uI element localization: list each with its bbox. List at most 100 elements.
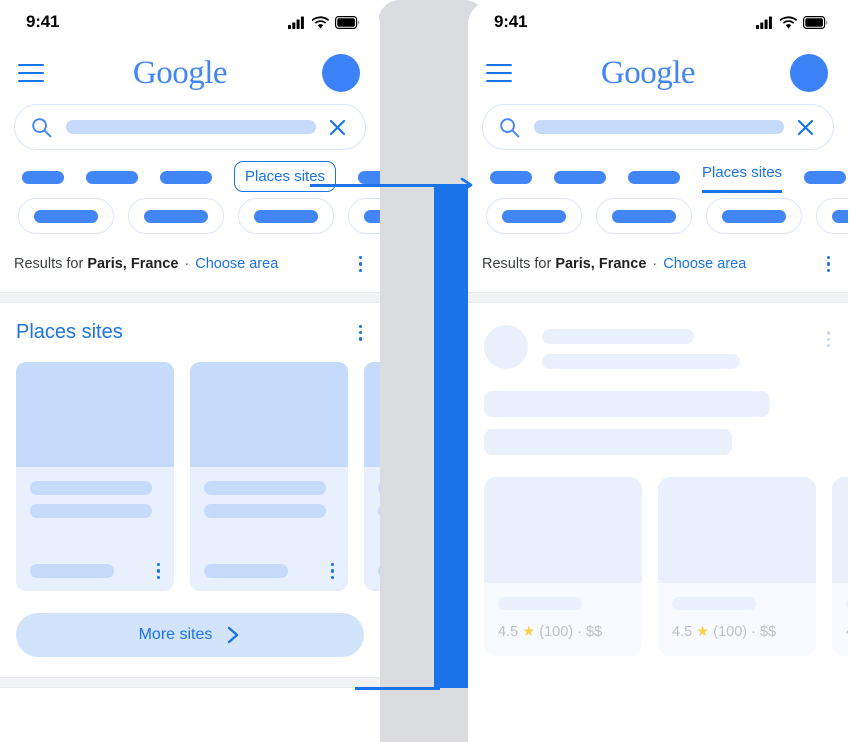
search-value-placeholder [534, 120, 784, 134]
title-placeholder [542, 329, 694, 345]
search-value-placeholder [66, 120, 316, 134]
account-avatar[interactable] [322, 54, 360, 92]
results-separator: · [184, 256, 190, 273]
place-card[interactable]: 4.5 ★ (100) · $$ [832, 477, 848, 657]
star-icon: ★ [522, 624, 536, 641]
filter-chip-1[interactable] [486, 198, 582, 234]
card-carousel[interactable] [0, 344, 380, 592]
card-body: 4.5 ★ (100) · $$ [658, 583, 816, 656]
app-bar-left: Google [0, 42, 380, 104]
more-vert-icon[interactable] [826, 331, 830, 348]
tab-placeholder-4[interactable] [358, 170, 380, 184]
card-subtitle-placeholder [378, 504, 380, 519]
status-icons [756, 15, 828, 29]
choose-area-link[interactable]: Choose area [663, 256, 746, 272]
place-card[interactable] [364, 362, 380, 592]
status-bar-left: 9:41 [0, 2, 380, 42]
review-count: (100) [539, 624, 574, 641]
more-vert-icon[interactable] [156, 563, 160, 580]
connector-bar [434, 186, 468, 688]
rating-value: 4.5 [498, 624, 519, 641]
subtitle-placeholder [542, 354, 740, 370]
cellular-signal-icon [288, 16, 304, 29]
results-place: Paris, France [555, 256, 647, 273]
card-body [364, 467, 380, 591]
card-title-placeholder [30, 481, 152, 496]
app-bar-right: Google [468, 42, 848, 104]
tab-row-right: Places sites [468, 150, 848, 193]
more-vert-icon[interactable] [358, 324, 362, 341]
tab-placeholder-2[interactable] [554, 170, 606, 184]
tab-placeholder-4[interactable] [804, 170, 847, 184]
filter-chip-3[interactable] [238, 198, 334, 234]
section-divider [0, 292, 380, 304]
chevron-right-icon [228, 627, 239, 644]
more-sites-label: More sites [138, 626, 213, 644]
card-body: 4.5 ★ (100) · $$ [832, 583, 848, 656]
more-vert-icon[interactable] [358, 256, 362, 273]
more-button-wrap: More sites [0, 591, 380, 658]
filter-chip-3[interactable] [706, 198, 802, 234]
card-carousel[interactable]: 4.5 ★ (100) · $$ 4.5 ★ (100) · $$ [468, 455, 848, 657]
price-level: $$ [760, 624, 777, 641]
tab-placeholder-2[interactable] [86, 170, 138, 184]
filter-chip-2[interactable] [596, 198, 692, 234]
card-title-placeholder [846, 597, 848, 611]
card-body: 4.5 ★ (100) · $$ [484, 583, 642, 656]
more-sites-button[interactable]: More sites [16, 613, 364, 658]
close-icon[interactable] [796, 118, 815, 137]
wifi-icon [780, 15, 797, 29]
module-title: Places sites [16, 321, 123, 344]
tab-placeholder-1[interactable] [490, 170, 532, 184]
choose-area-link[interactable]: Choose area [195, 256, 278, 272]
module-title-placeholders [542, 325, 813, 370]
section-divider [468, 292, 848, 304]
star-icon: ★ [696, 624, 710, 641]
more-vert-icon[interactable] [826, 256, 830, 273]
cellular-signal-icon [756, 16, 772, 29]
card-image [658, 477, 816, 584]
module-body-skeleton [468, 391, 848, 456]
card-rating: 4.5 ★ (100) · $$ [498, 624, 628, 640]
place-card[interactable]: 4.5 ★ (100) · $$ [484, 477, 642, 657]
rating-separator: · [577, 624, 582, 641]
results-line-left: Results for Paris, France · Choose area [0, 234, 380, 273]
place-card[interactable] [190, 362, 348, 592]
card-image [484, 477, 642, 584]
filter-chip-1[interactable] [18, 198, 114, 234]
close-icon[interactable] [328, 118, 347, 137]
place-card[interactable]: 4.5 ★ (100) · $$ [658, 477, 816, 657]
search-input[interactable] [14, 104, 366, 150]
card-title-placeholder [204, 481, 326, 496]
phone-right: 9:41 Google Places sites Results for Par… [468, 2, 848, 742]
battery-icon [803, 15, 828, 29]
card-subtitle-placeholder [30, 504, 152, 519]
account-avatar[interactable] [790, 54, 828, 92]
results-prefix: Results for [482, 256, 552, 273]
card-title-placeholder [672, 597, 756, 611]
card-subtitle-placeholder [204, 504, 326, 519]
filter-chip-row-right [468, 184, 848, 234]
status-bar-right: 9:41 [468, 2, 848, 42]
more-vert-icon[interactable] [330, 563, 334, 580]
card-image [364, 362, 380, 468]
search-icon [32, 117, 52, 137]
tab-placeholder-3[interactable] [628, 170, 680, 184]
filter-chip-4[interactable] [816, 198, 848, 234]
search-input[interactable] [482, 104, 834, 150]
connector-line-bottom [355, 687, 440, 690]
section-divider-bottom [0, 677, 380, 689]
tab-placeholder-3[interactable] [160, 170, 212, 184]
filter-chip-2[interactable] [128, 198, 224, 234]
place-card[interactable] [16, 362, 174, 592]
results-place: Paris, France [87, 256, 179, 273]
tab-placeholder-1[interactable] [22, 170, 64, 184]
search-bar-wrap-left [0, 104, 380, 150]
filter-chip-4[interactable] [348, 198, 380, 234]
tab-places-sites-selected[interactable]: Places sites [702, 164, 783, 193]
battery-icon [335, 15, 360, 29]
card-image [832, 477, 848, 584]
arrow-right-icon [460, 177, 473, 193]
card-image [190, 362, 348, 468]
card-body [16, 467, 174, 591]
